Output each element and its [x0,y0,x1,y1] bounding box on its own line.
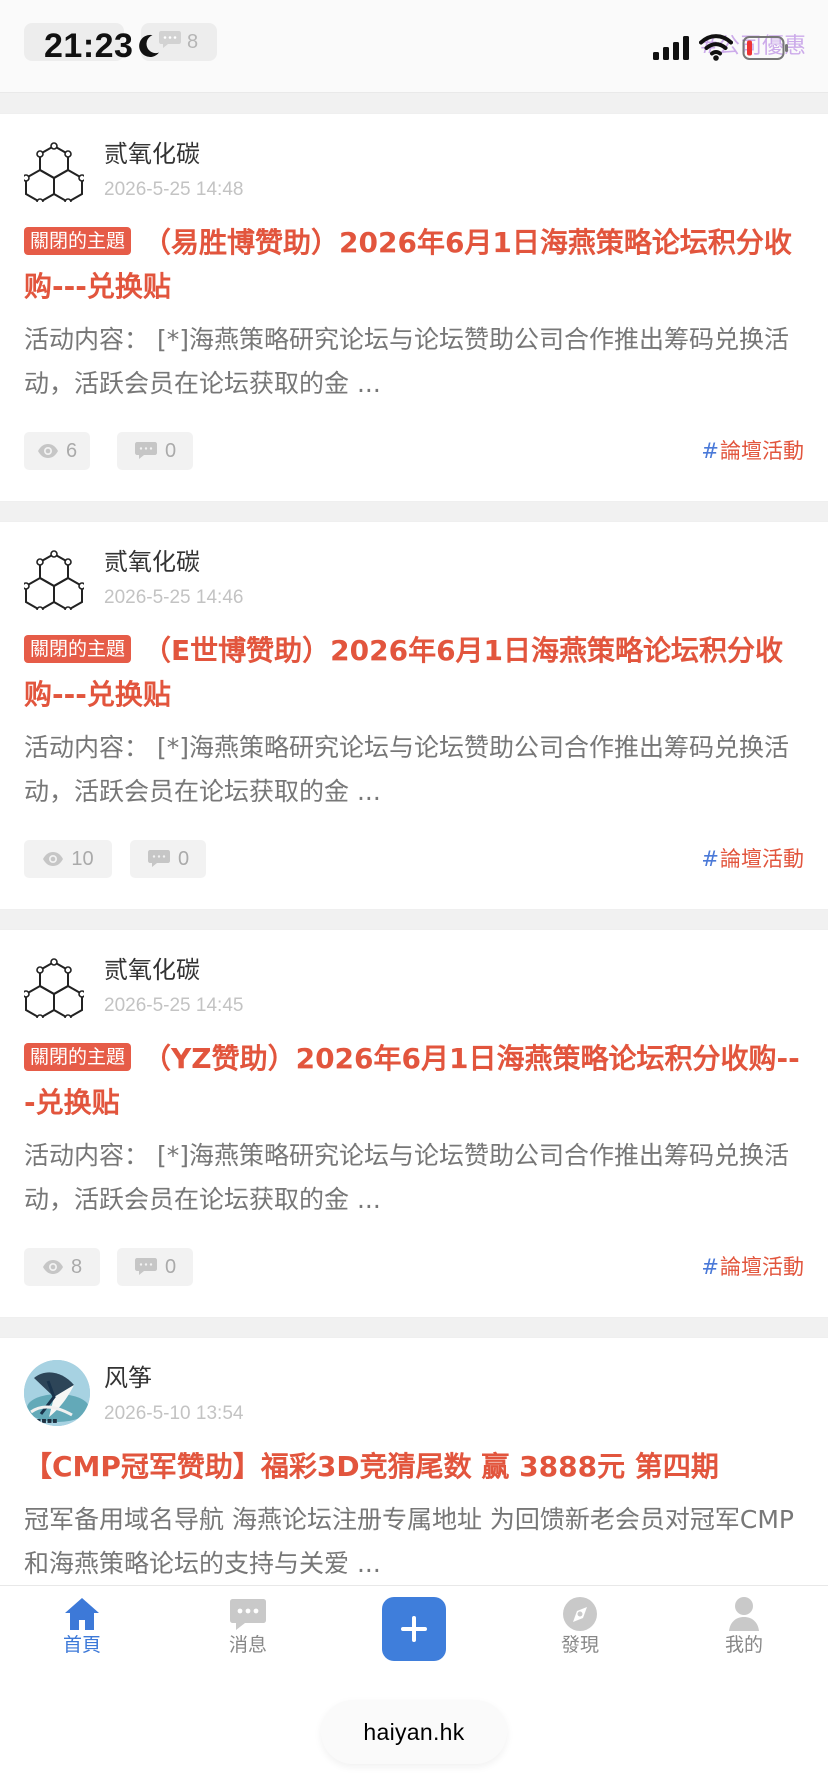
domain-label: haiyan.hk [363,1719,465,1745]
tab-profile-label: 我的 [724,1634,763,1656]
status-bar: 8 21:23 #公司優惠 [0,0,828,92]
closed-topic-badge: 關閉的主題 [24,635,132,663]
comment-count-chip[interactable]: 0 [117,1248,193,1286]
comment-count-chip[interactable]: 0 [117,432,193,470]
bottom-navigation: 首頁 消息 發現 我的 haiyan.hk [0,1585,828,1792]
post-excerpt[interactable]: 冠军备用域名导航 海燕论坛注册专属地址 为回馈新老会员对冠军CMP 和海燕策略论… [24,1498,804,1586]
view-count-chip: 6 [24,432,90,470]
create-post-button[interactable] [382,1597,446,1661]
moon-icon [139,34,159,57]
post-title[interactable]: （E世博赞助）2026年6月1日海燕策略论坛积分收购---兑换贴 [24,634,783,711]
tab-discover-label: 發現 [560,1634,599,1656]
topic-tag[interactable]: #論壇活動 [701,844,804,874]
tab-profile[interactable]: 我的 [699,1596,789,1664]
tab-messages-label: 消息 [228,1634,267,1656]
post-card-2[interactable]: 贰氧化碳 2026-5-25 14:46 關閉的主題 （E世博赞助）2026年6月… [0,521,828,910]
wifi-icon [699,34,733,61]
author-name[interactable]: 贰氧化碳 [104,547,200,577]
tab-discover[interactable]: 發現 [535,1596,625,1664]
closed-topic-badge: 關閉的主題 [24,1043,132,1071]
faded-comment-count: 8 [187,31,199,53]
post-card-3[interactable]: 贰氧化碳 2026-5-25 14:45 關閉的主題 （YZ赞助）2026年6月1… [0,929,828,1318]
view-count: 6 [65,439,78,462]
svg-text:▪▪▪▪: ▪▪▪▪ [36,1416,58,1425]
comment-count: 0 [164,1255,177,1278]
topic-tag[interactable]: #論壇活動 [701,436,804,466]
address-bar[interactable]: haiyan.hk [321,1700,507,1764]
post-title-row[interactable]: 【CMP冠军赞助】福彩3D竞猜尾数 赢 3888元 第四期 [24,1445,804,1489]
post-excerpt[interactable]: 活动内容： [*]海燕策略研究论坛与论坛赞助公司合作推出筹码兑换活动，活跃会员在… [24,318,804,406]
view-count-chip: 10 [24,840,112,878]
eye-icon [37,444,58,458]
molecule-avatar [24,550,84,610]
view-count: 10 [71,847,94,870]
post-title[interactable]: 【CMP冠军赞助】福彩3D竞猜尾数 赢 3888元 第四期 [24,1450,719,1483]
comment-icon [134,1258,157,1275]
eye-icon [42,1260,63,1274]
post-title-row[interactable]: 關閉的主題 （易胜博赞助）2026年6月1日海燕策略论坛积分收购---兑换贴 [24,221,804,309]
home-icon [65,1598,99,1630]
topic-tag-label: 論壇活動 [720,439,804,463]
compass-icon [563,1597,597,1631]
post-excerpt[interactable]: 活动内容： [*]海燕策略研究论坛与论坛赞助公司合作推出筹码兑换活动，活跃会员在… [24,726,804,814]
cellular-signal-icon [653,36,689,60]
molecule-avatar [24,142,84,202]
post-card-1[interactable]: 贰氧化碳 2026-5-25 14:48 關閉的主題 （易胜博赞助）2026年6月… [0,113,828,502]
post-title[interactable]: （YZ赞助）2026年6月1日海燕策略论坛积分收购---兑换贴 [24,1042,800,1119]
user-icon [729,1597,759,1631]
comment-count: 0 [177,847,190,870]
comment-count: 0 [164,439,177,462]
topic-tag-label: 論壇活動 [720,1255,804,1279]
view-count: 8 [70,1255,83,1278]
kite-avatar-image: ▪▪▪▪ [24,1360,90,1426]
comment-icon [147,850,170,867]
author-name[interactable]: 贰氧化碳 [104,955,200,985]
post-date: 2026-5-25 14:45 [104,995,244,1016]
comment-icon [134,442,157,459]
post-title[interactable]: （易胜博赞助）2026年6月1日海燕策略论坛积分收购---兑换贴 [24,226,792,303]
comment-count-chip[interactable]: 0 [130,840,206,878]
post-title-row[interactable]: 關閉的主題 （YZ赞助）2026年6月1日海燕策略论坛积分收购---兑换贴 [24,1037,804,1125]
battery-icon [742,36,788,60]
author-name[interactable]: 风筝 [104,1363,152,1393]
kite-avatar: ▪▪▪▪ [24,1360,90,1426]
tab-home[interactable]: 首頁 [37,1596,127,1664]
forum-app-screen: 8 21:23 #公司優惠 贰氧化碳 2026-5-25 14:48 關閉的主題… [0,0,828,1792]
post-date: 2026-5-10 13:54 [104,1403,244,1424]
author-name[interactable]: 贰氧化碳 [104,139,200,169]
tab-home-label: 首頁 [62,1634,101,1656]
post-date: 2026-5-25 14:48 [104,179,244,200]
eye-icon [43,852,64,866]
closed-topic-badge: 關閉的主題 [24,227,132,255]
post-title-row[interactable]: 關閉的主題 （E世博赞助）2026年6月1日海燕策略论坛积分收购---兑换贴 [24,629,804,717]
plus-icon [401,1616,427,1642]
post-date: 2026-5-25 14:46 [104,587,244,608]
view-count-chip: 8 [24,1248,100,1286]
topic-tag[interactable]: #論壇活動 [701,1252,804,1282]
topic-tag-label: 論壇活動 [720,847,804,871]
message-icon [230,1599,266,1630]
post-excerpt[interactable]: 活动内容： [*]海燕策略研究论坛与论坛赞助公司合作推出筹码兑换活动，活跃会员在… [24,1134,804,1222]
molecule-avatar [24,958,84,1018]
tab-messages[interactable]: 消息 [203,1596,293,1664]
clock: 21:23 [44,27,134,65]
